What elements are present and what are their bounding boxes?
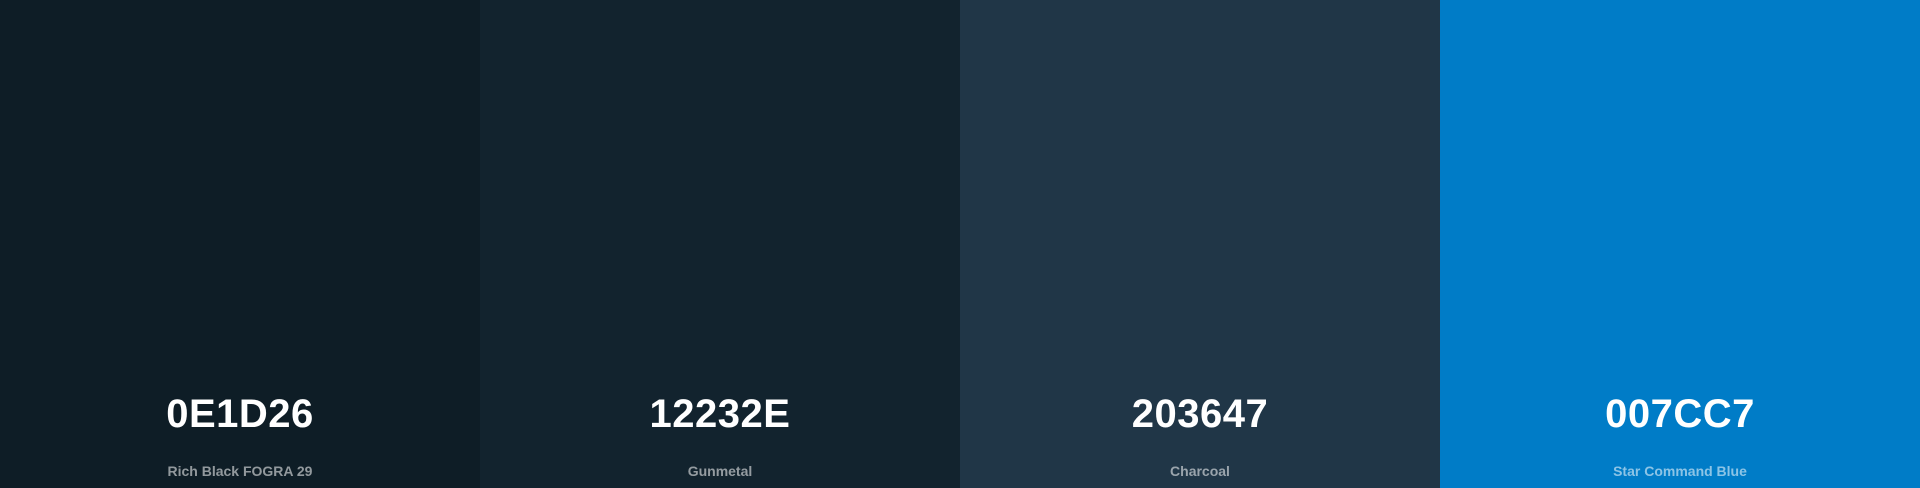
swatch-hex-code[interactable]: 12232E: [480, 390, 960, 438]
color-swatch-gunmetal[interactable]: 12232E Gunmetal: [480, 0, 960, 488]
swatch-hex-code[interactable]: 007CC7: [1440, 390, 1920, 438]
swatch-color-name: Rich Black FOGRA 29: [167, 463, 313, 479]
swatch-color-name: Gunmetal: [687, 463, 753, 479]
color-swatch-star-command-blue[interactable]: 007CC7 Star Command Blue: [1440, 0, 1920, 488]
swatch-hex-code[interactable]: 203647: [960, 390, 1440, 438]
color-swatch-rich-black-fogra-29[interactable]: 0E1D26 Rich Black FOGRA 29: [0, 0, 480, 488]
swatch-hex-code[interactable]: 0E1D26: [0, 390, 480, 438]
swatch-color-name: Charcoal: [1170, 463, 1230, 479]
color-swatch-charcoal[interactable]: 203647 Charcoal: [960, 0, 1440, 488]
color-palette: 0E1D26 Rich Black FOGRA 29 12232E Gunmet…: [0, 0, 1920, 488]
swatch-color-name: Star Command Blue: [1613, 463, 1747, 479]
